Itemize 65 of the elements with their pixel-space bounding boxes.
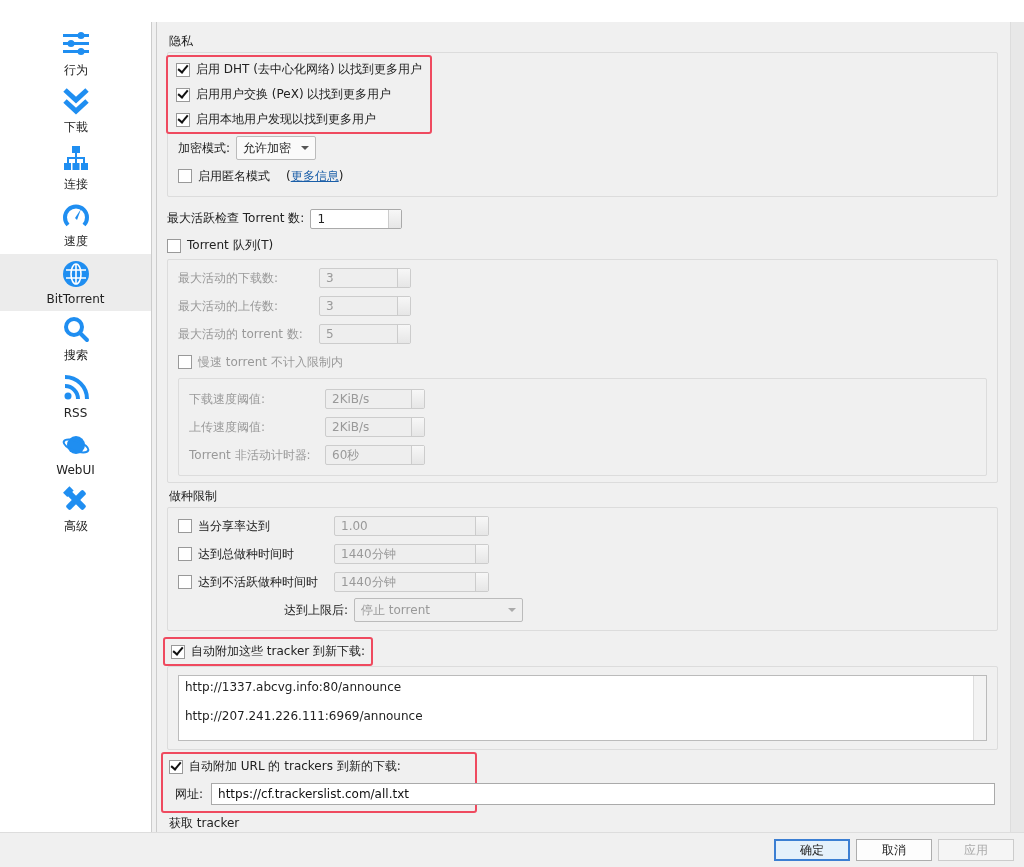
checkbox-option[interactable]: 启用用户交换 (PeX) 以找到更多用户 (176, 82, 423, 107)
checkbox-option[interactable]: 自动附加 URL 的 trackers 到新的下载: (169, 754, 469, 779)
field-label: 下载速度阈值: (189, 390, 267, 408)
checkbox[interactable] (178, 519, 192, 533)
field-label: 达到上限后: (282, 601, 348, 619)
url-field[interactable]: https://cf.trackerslist.com/all.txt (211, 783, 995, 805)
network-icon (61, 144, 90, 172)
sidebar-item[interactable]: 行为 (0, 26, 151, 83)
double-chevron-icon (61, 87, 90, 115)
field-label: Torrent 非活动计时器: (189, 446, 312, 464)
checkbox-label: Torrent 队列(T) (187, 237, 274, 254)
sidebar-item[interactable]: WebUI (0, 425, 151, 482)
checkbox-label: 当分享率达到 (198, 517, 271, 535)
checkbox-option[interactable]: 启用本地用户发现以找到更多用户 (176, 107, 423, 132)
checkbox[interactable] (176, 87, 190, 102)
sidebar-item[interactable]: 速度 (0, 197, 151, 254)
gauge-icon (61, 201, 90, 229)
checkbox[interactable] (176, 112, 190, 127)
field-label: 最大活动的上传数: (178, 297, 280, 315)
checkbox[interactable] (171, 644, 185, 659)
sidebar-item[interactable]: BitTorrent (0, 254, 151, 311)
dialog-button[interactable]: 确定 (774, 839, 850, 861)
field-label: 网址: (175, 785, 204, 803)
scrollbar[interactable] (973, 676, 986, 740)
checkbox-label: 达到总做种时间时 (198, 545, 295, 563)
checkbox-option[interactable]: 启用 DHT (去中心化网络) 以找到更多用户 (176, 57, 423, 82)
encryption-dropdown[interactable]: 允许加密 (236, 136, 317, 160)
checkbox[interactable] (178, 575, 192, 589)
spin-field[interactable]: 1 (310, 208, 403, 229)
sidebar-item[interactable]: 高级 (0, 482, 151, 539)
checkbox-option[interactable]: 自动附加这些 tracker 到新下载: (171, 639, 366, 664)
sidebar-item[interactable]: 连接 (0, 140, 151, 197)
checkbox[interactable] (178, 169, 192, 183)
checkbox[interactable] (178, 355, 192, 369)
sliders-icon (61, 30, 90, 58)
caret-icon (508, 608, 516, 612)
checkbox-label: 慢速 torrent 不计入限制内 (198, 353, 343, 371)
field-label: 上传速度阈值: (189, 418, 267, 436)
field-label: 最大活跃检查 Torrent 数: (167, 210, 305, 227)
more-info-link[interactable]: 更多信息 (290, 167, 339, 185)
checkbox[interactable] (178, 547, 192, 561)
checkbox[interactable] (169, 759, 183, 774)
parenthesis: ) (338, 169, 344, 183)
sidebar-item[interactable]: 搜索 (0, 311, 151, 368)
tracker-list-field[interactable]: http://1337.abcvg.info:80/announce http://207.241.226.111:6969/announce (178, 675, 987, 741)
caret-icon (301, 146, 310, 150)
tracker-url: http://1337.abcvg.info:80/announce (185, 680, 403, 696)
scrollbar[interactable] (1010, 22, 1024, 832)
search-icon (61, 315, 90, 343)
group-title: 做种限制 (169, 489, 218, 503)
checkbox[interactable] (167, 238, 181, 253)
sidebar-item[interactable]: 下載 (0, 83, 151, 140)
field-label: 获取 tracker (169, 815, 241, 832)
field-label: 最大活动的下载数: (178, 269, 280, 287)
tracker-url: http://207.241.226.111:6969/announce (185, 709, 424, 725)
sidebar-item[interactable]: RSS (0, 368, 151, 425)
globe-icon (61, 259, 90, 288)
parenthesis: ( (286, 169, 291, 183)
checkbox-label: 达到不活跃做种时间时 (198, 573, 319, 591)
checkbox-label: 启用匿名模式 (198, 167, 270, 185)
dialog-button[interactable]: 取消 (856, 839, 932, 861)
checkbox[interactable] (176, 62, 190, 77)
field-label: 最大活动的 torrent 数: (178, 325, 304, 343)
field-label: 加密模式: (178, 139, 231, 157)
group-title: 隐私 (169, 34, 194, 48)
